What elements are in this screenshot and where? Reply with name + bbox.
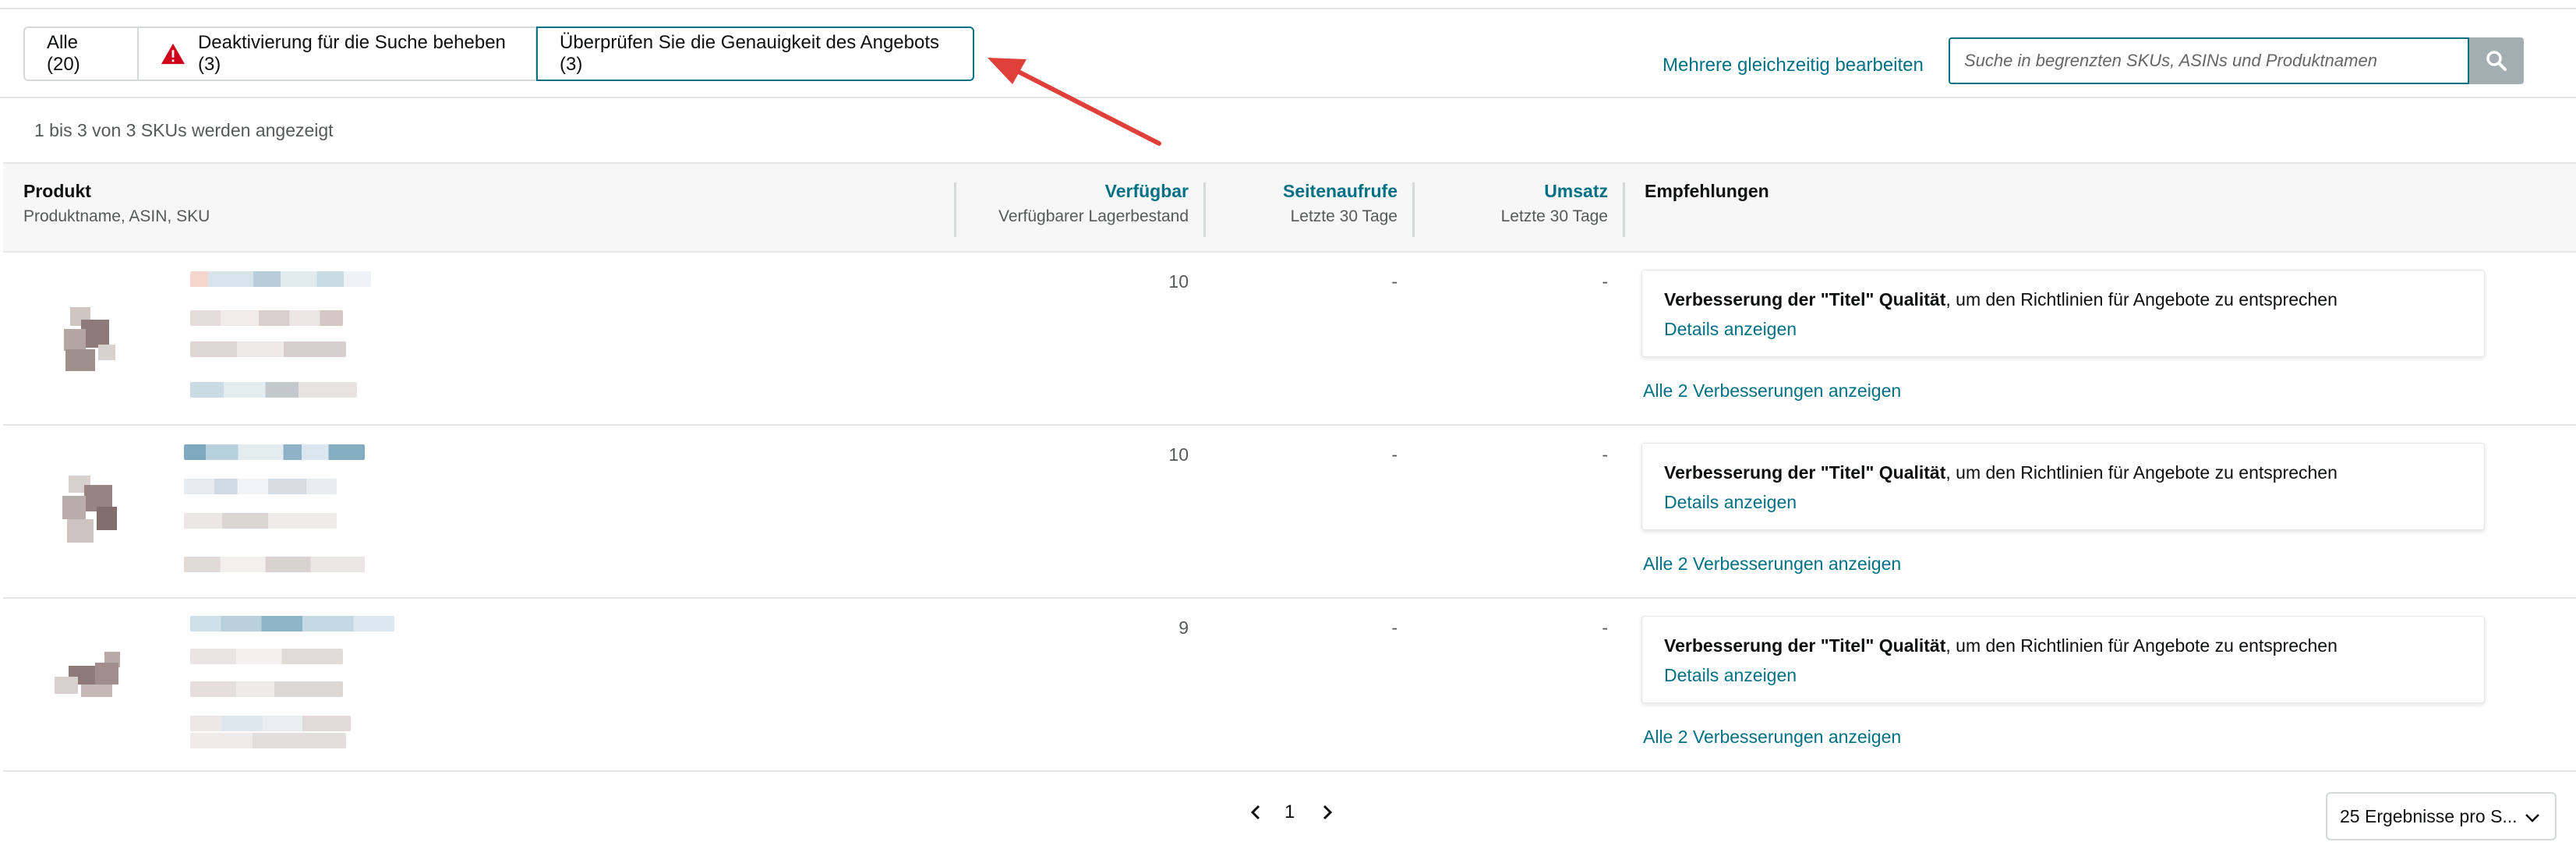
search-button[interactable] [2469,37,2524,84]
recommendation-card: Verbesserung der "Titel" Qualität, um de… [1641,443,2485,530]
table-header: Produkt Produktname, ASIN, SKU Verfügbar… [3,162,2576,253]
all-improvements-link[interactable]: Alle 2 Verbesserungen anzeigen [1643,554,1901,575]
column-divider [954,182,956,237]
chevron-right-icon[interactable] [1317,803,1336,822]
product-image[interactable] [50,299,136,385]
col-product-title: Produkt [23,181,91,201]
recommendation-card: Verbesserung der "Titel" Qualität, um de… [1641,270,2485,357]
recommendation-bold: Verbesserung der "Titel" Qualität [1664,289,1946,310]
results-per-page-value: 25 Ergebnisse pro S... [2340,805,2518,826]
col-sales-sub: Letzte 30 Tage [1500,207,1608,225]
column-divider [1203,182,1206,237]
pageviews-value: - [1391,271,1398,292]
recommendation-rest: , um den Richtlinien für Angebote zu ent… [1945,289,2337,310]
details-link[interactable]: Details anzeigen [1664,319,1797,340]
col-sales-sort[interactable]: Umsatz [1544,181,1608,202]
table-row: 10 - - Verbesserung der "Titel" Qualität… [3,253,2576,426]
details-link[interactable]: Details anzeigen [1664,492,1797,513]
tab-review-accuracy[interactable]: Überprüfen Sie die Genauigkeit des Angeb… [536,27,974,81]
page-number[interactable]: 1 [1284,801,1295,823]
table-row: 9 - - Verbesserung der "Titel" Qualität,… [3,599,2576,772]
recommendation-text: Verbesserung der "Titel" Qualität, um de… [1664,289,2337,310]
all-improvements-link[interactable]: Alle 2 Verbesserungen anzeigen [1643,727,1901,748]
recommendation-text: Verbesserung der "Titel" Qualität, um de… [1664,462,2337,483]
recommendation-text: Verbesserung der "Titel" Qualität, um de… [1664,635,2337,656]
col-pageviews-sub: Letzte 30 Tage [1290,207,1398,225]
tab-all-label: Alle (20) [47,32,80,75]
tab-fix-deactivation[interactable]: Deaktivierung für die Suche beheben (3) [138,27,537,81]
available-value: 10 [1168,271,1189,292]
col-available-sort[interactable]: Verfügbar [1105,181,1189,202]
recommendation-bold: Verbesserung der "Titel" Qualität [1664,635,1946,656]
sales-value: - [1602,271,1608,292]
col-product-sub: Produktname, ASIN, SKU [23,207,210,225]
bulk-edit-link[interactable]: Mehrere gleichzeitig bearbeiten [1663,55,1924,76]
filter-toolbar: Alle (20) Deaktivierung für die Suche be… [0,8,2576,98]
search-icon [2486,51,2507,71]
sales-value: - [1602,444,1608,465]
recommendation-card: Verbesserung der "Titel" Qualität, um de… [1641,616,2485,703]
tab-all[interactable]: Alle (20) [23,27,139,81]
col-available-sub: Verfügbarer Lagerbestand [998,207,1189,225]
chevron-left-icon[interactable] [1247,803,1266,822]
sales-value: - [1602,617,1608,638]
tab-fix-deactivation-label: Deaktivierung für die Suche beheben (3) [197,32,506,75]
column-divider [1623,182,1625,237]
search-input[interactable] [1949,37,2469,84]
details-link[interactable]: Details anzeigen [1664,665,1797,686]
chevron-down-icon [2525,814,2539,822]
recommendation-rest: , um den Richtlinien für Angebote zu ent… [1945,635,2337,656]
annotation-arrow [988,58,1161,146]
recommendation-rest: , um den Richtlinien für Angebote zu ent… [1945,462,2337,483]
product-image[interactable] [50,639,136,725]
available-value: 10 [1168,444,1189,465]
manage-inventory-page: Alle (20) Deaktivierung für die Suche be… [0,0,2576,849]
tab-review-accuracy-label: Überprüfen Sie die Genauigkeit des Angeb… [560,32,939,75]
col-pageviews-sort[interactable]: Seitenaufrufe [1283,181,1398,202]
recommendation-bold: Verbesserung der "Titel" Qualität [1664,462,1946,483]
results-count: 1 bis 3 von 3 SKUs werden angezeigt [34,120,334,140]
pageviews-value: - [1391,617,1398,638]
warning-icon [161,43,186,65]
results-per-page-select[interactable]: 25 Ergebnisse pro S... [2326,792,2557,840]
all-improvements-link[interactable]: Alle 2 Verbesserungen anzeigen [1643,380,1901,402]
column-divider [1412,182,1415,237]
product-image[interactable] [50,468,136,554]
table-row: 10 - - Verbesserung der "Titel" Qualität… [3,426,2576,599]
col-recommendations-title: Empfehlungen [1645,181,1769,201]
available-value: 9 [1178,617,1189,638]
pageviews-value: - [1391,444,1398,465]
